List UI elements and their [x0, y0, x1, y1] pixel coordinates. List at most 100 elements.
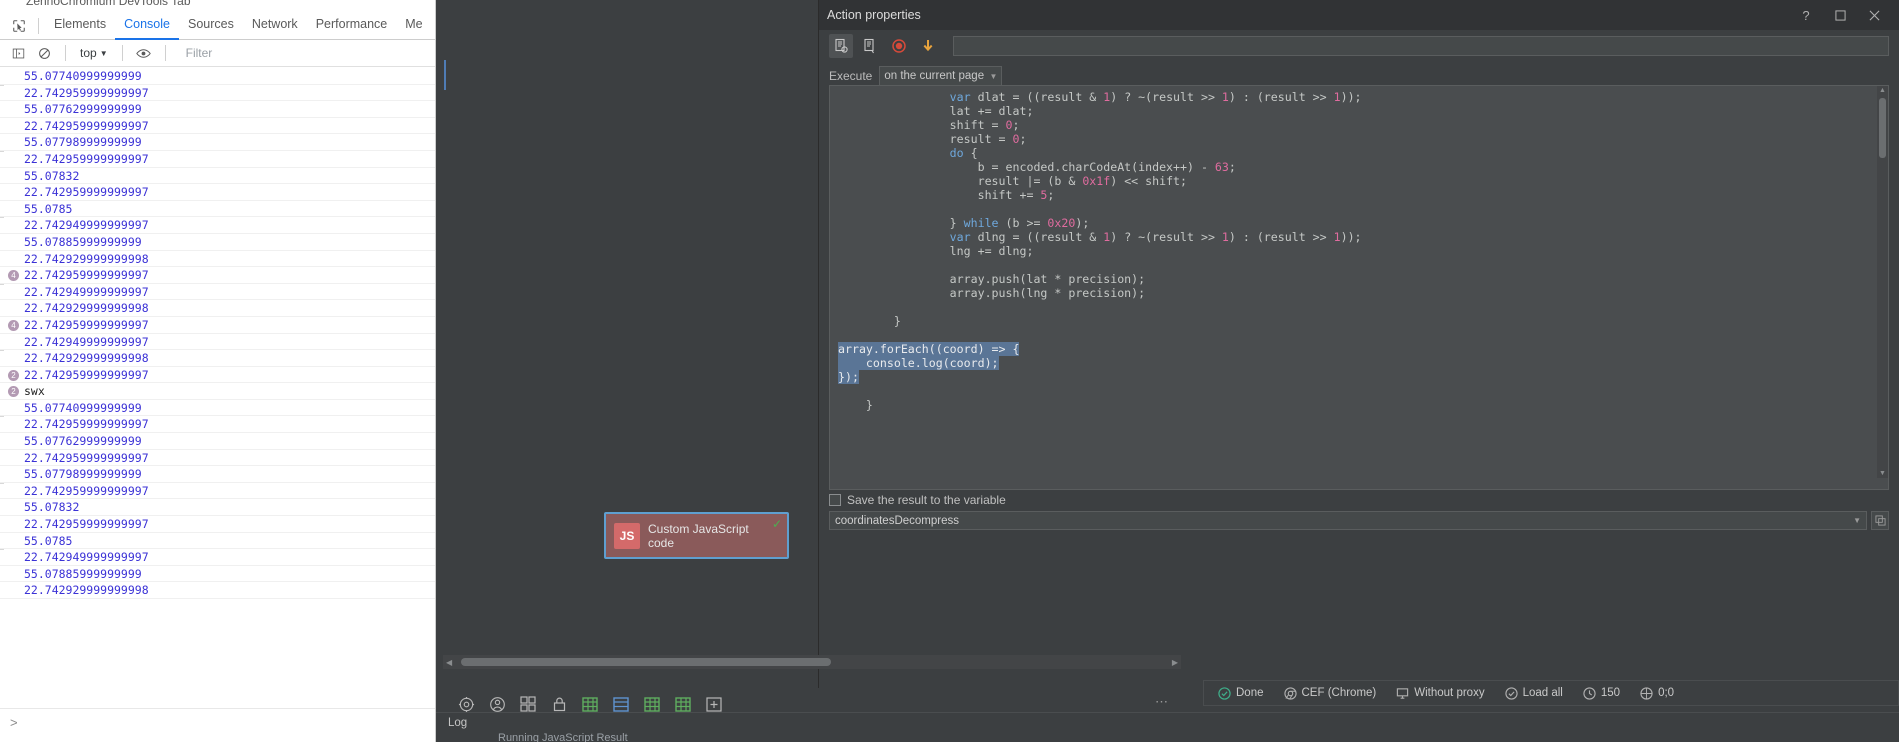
canvas-scroll-thumb[interactable]: [461, 658, 831, 666]
log-row-text: 22.742929999999998: [24, 301, 149, 316]
console-log-row[interactable]: 22.742959999999997: [0, 84, 435, 102]
more-options-icon[interactable]: ⋯: [1155, 694, 1170, 710]
console-log-row[interactable]: 22.742929999999998: [0, 300, 435, 317]
console-log-row[interactable]: 22.742959999999997: [0, 516, 435, 533]
status-item-timer[interactable]: 150: [1583, 686, 1620, 700]
code-token: ) ? ~(result >>: [1110, 230, 1222, 244]
canvas-horizontal-scrollbar[interactable]: ◀ ▶: [443, 655, 1181, 669]
script-path-field[interactable]: [953, 36, 1889, 56]
devtools-window-title-text: ZennoChromium DevTools Tab: [26, 0, 191, 8]
code-line: var dlng = ((result & 1) ? ~(result >> 1…: [838, 230, 1877, 244]
status-done-icon: [1218, 686, 1231, 700]
code-editor-body[interactable]: var dlat = ((result & 1) ? ~(result >> 1…: [830, 86, 1877, 478]
console-log-row[interactable]: 55.07740999999999: [0, 68, 435, 85]
console-log-row[interactable]: 55.07798999999999: [0, 466, 435, 483]
console-context-selector[interactable]: top ▼: [76, 46, 112, 60]
console-log-row[interactable]: 4 22.742959999999997: [0, 267, 435, 284]
console-log-row[interactable]: 55.0785: [0, 201, 435, 218]
console-log-row[interactable]: 22.742929999999998: [0, 582, 435, 599]
console-log-row[interactable]: 22.742949999999997: [0, 334, 435, 351]
console-log-row[interactable]: 55.07762999999999: [0, 101, 435, 118]
console-log-row[interactable]: 2 swx: [0, 383, 435, 400]
console-log-row[interactable]: 22.742959999999997: [0, 184, 435, 201]
console-log-row[interactable]: 55.07832: [0, 168, 435, 185]
tab-network[interactable]: Network: [243, 12, 307, 40]
execute-target-select[interactable]: on the current page ▼: [879, 66, 1003, 86]
log-row-text: 22.742959999999997: [24, 483, 149, 498]
code-line: lng += dlng;: [838, 244, 1877, 258]
log-row-text: 22.742959999999997: [24, 367, 149, 382]
help-question-icon[interactable]: ?: [1789, 1, 1823, 30]
console-log-row[interactable]: 22.742959999999997: [0, 482, 435, 500]
inspect-element-icon[interactable]: [6, 15, 32, 37]
console-log-row[interactable]: 22.742949999999997: [0, 549, 435, 566]
console-log-row[interactable]: 4 22.742959999999997: [0, 317, 435, 334]
save-result-row[interactable]: Save the result to the variable: [829, 493, 1006, 507]
close-window-icon[interactable]: [1857, 1, 1891, 30]
record-icon[interactable]: [887, 34, 911, 58]
scroll-up-icon[interactable]: ▲: [1879, 87, 1886, 94]
log-row-text: 22.742959999999997: [24, 151, 149, 166]
console-log-row[interactable]: 55.07885999999999: [0, 566, 435, 583]
console-log-row[interactable]: 22.742929999999998: [0, 251, 435, 268]
variable-save-icon[interactable]: [829, 494, 841, 506]
scroll-down-icon[interactable]: ▼: [1879, 470, 1886, 477]
console-log-row[interactable]: 55.07885999999999: [0, 234, 435, 251]
clear-console-icon[interactable]: [33, 43, 55, 63]
tab-performance[interactable]: Performance: [307, 12, 397, 40]
code-token: }: [838, 216, 964, 230]
console-log-row[interactable]: 22.742949999999997: [0, 217, 435, 234]
console-log-row[interactable]: 55.07798999999999: [0, 134, 435, 151]
log-row-text: 55.07740999999999: [24, 400, 142, 415]
scroll-right-arrow-icon[interactable]: ▶: [1172, 658, 1178, 667]
code-token: result |= (b &: [838, 174, 1083, 188]
status-item-load[interactable]: Load all: [1504, 686, 1563, 700]
console-log-list[interactable]: 55.07740999999999 22.742959999999997 55.07…: [0, 68, 435, 708]
maximize-window-icon[interactable]: [1823, 1, 1857, 30]
live-expression-eye-icon[interactable]: [133, 43, 155, 63]
js-badge-icon: JS: [614, 522, 640, 549]
console-log-row[interactable]: 22.742959999999997: [0, 450, 435, 467]
console-log-row[interactable]: 22.742949999999997: [0, 283, 435, 301]
console-log-row[interactable]: 22.742959999999997: [0, 416, 435, 434]
external-editor-icon[interactable]: [1871, 511, 1889, 530]
console-log-row[interactable]: 22.742929999999998: [0, 350, 435, 367]
chevron-down-icon: ▼: [99, 48, 108, 58]
code-token: {: [970, 146, 978, 160]
code-line: }: [838, 398, 1877, 412]
tab-sources[interactable]: Sources: [179, 12, 243, 40]
console-log-row[interactable]: 55.0785: [0, 533, 435, 550]
console-log-row[interactable]: 55.07832: [0, 499, 435, 517]
tab-console[interactable]: Console: [115, 12, 179, 40]
tab-elements[interactable]: Elements: [45, 12, 115, 40]
console-log-row[interactable]: 55.07740999999999: [0, 400, 435, 417]
console-log-row[interactable]: 2 22.742959999999997: [0, 367, 435, 384]
filter-input[interactable]: Filter: [176, 46, 435, 60]
download-arrow-icon[interactable]: [916, 34, 940, 58]
variable-select[interactable]: coordinatesDecompress ▼: [829, 511, 1867, 530]
status-item-done[interactable]: Done: [1218, 686, 1264, 700]
script-list-icon[interactable]: [858, 34, 882, 58]
status-item-proxy[interactable]: Without proxy: [1396, 687, 1485, 700]
console-log-row[interactable]: 55.07762999999999: [0, 433, 435, 450]
code-token: do: [838, 146, 971, 160]
workflow-canvas[interactable]: [436, 0, 671, 742]
console-log-row[interactable]: 22.742959999999997: [0, 118, 435, 135]
scroll-left-arrow-icon[interactable]: ◀: [446, 658, 452, 667]
log-row-text: 55.07740999999999: [24, 69, 142, 83]
script-settings-icon[interactable]: [829, 34, 853, 58]
save-result-label: Save the result to the variable: [847, 493, 1006, 507]
code-editor[interactable]: var dlat = ((result & 1) ? ~(result >> 1…: [829, 85, 1889, 490]
tab-memory[interactable]: Me: [396, 12, 431, 40]
editor-vertical-scrollbar[interactable]: ▲ ▼: [1877, 86, 1888, 478]
status-item-browser[interactable]: CEF (Chrome): [1283, 686, 1376, 700]
code-line: } while (b >= 0x20);: [838, 216, 1877, 230]
console-log-row[interactable]: 22.742959999999997: [0, 150, 435, 168]
console-prompt[interactable]: >: [0, 708, 435, 742]
chevron-down-icon: ▼: [989, 71, 998, 81]
status-item-coords[interactable]: 0;0: [1640, 686, 1674, 700]
workflow-node-custom-javascript[interactable]: JS Custom JavaScript code ✓: [604, 512, 789, 559]
editor-scroll-thumb[interactable]: [1879, 98, 1886, 158]
console-sidebar-icon[interactable]: [7, 43, 29, 63]
log-row-text: 22.742959999999997: [24, 417, 149, 432]
